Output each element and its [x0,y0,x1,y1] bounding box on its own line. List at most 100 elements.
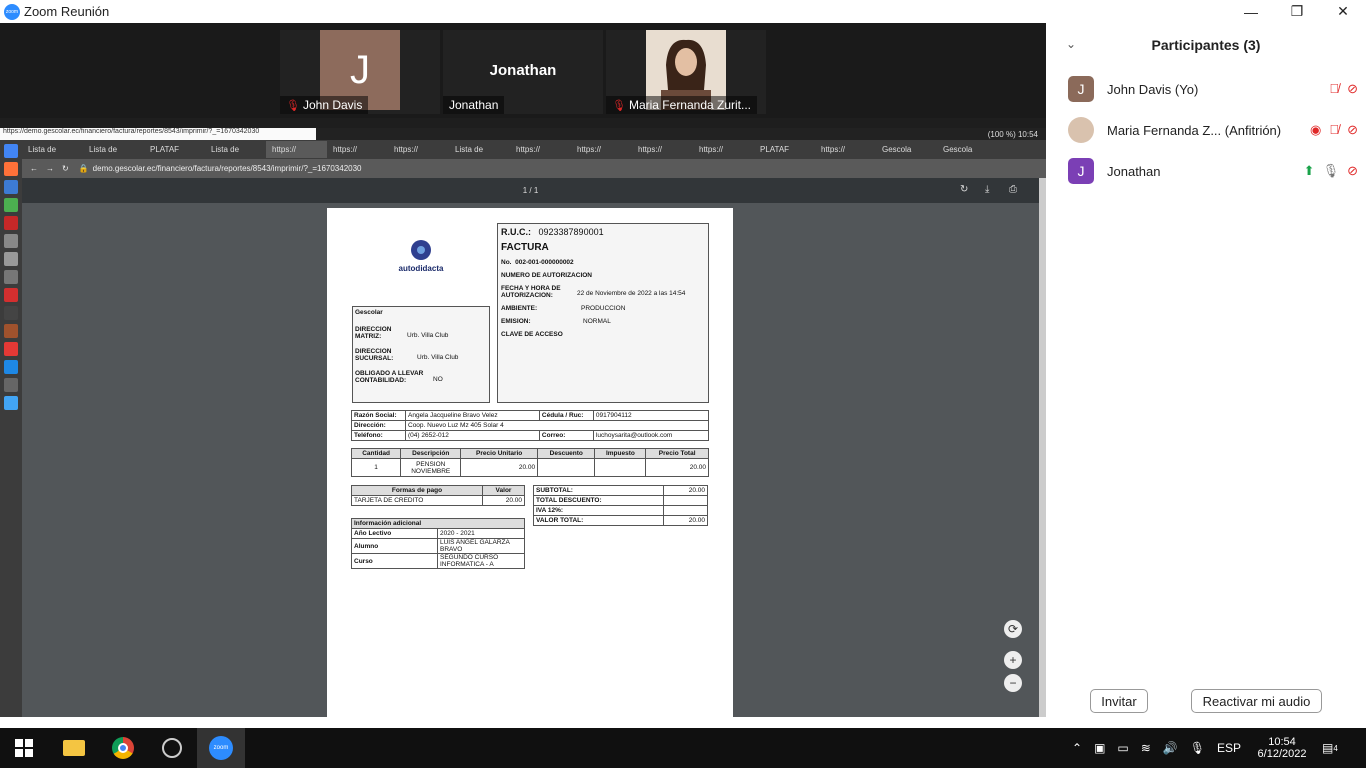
app-icon[interactable] [148,728,196,768]
browser-tab-active[interactable]: https:// [266,141,327,158]
video-off-icon[interactable]: ⊘ [1347,122,1358,138]
browser-tab[interactable]: https:// [632,141,693,158]
video-off-icon[interactable]: ⊘ [1347,163,1358,179]
network-device-icon[interactable]: ▣ [1094,741,1105,755]
close-button[interactable]: ✕ [1320,0,1366,23]
fit-page-icon[interactable]: ⟳ [1004,620,1022,638]
language-indicator[interactable]: ESP [1217,741,1241,755]
browser-tab[interactable]: https:// [693,141,754,158]
rotate-icon[interactable]: ↻ [960,184,968,195]
window-controls: — ❐ ✕ [1046,0,1366,23]
status-url: https://demo.gescolar.ec/financiero/fact… [0,128,316,140]
browser-tab[interactable]: Lista de [205,141,266,158]
app-icon[interactable] [4,234,18,248]
download-icon[interactable]: ⤓ [985,184,989,195]
app-icon[interactable] [4,180,18,194]
participant-row[interactable]: J John Davis (Yo) 🎙̸ ⊘ [1068,75,1358,103]
browser-tab[interactable]: Gescola [876,141,937,158]
app-icon[interactable] [4,324,18,338]
lock-icon: 🔒 [78,164,89,173]
pdf-page-indicator: 1 / 1 [522,186,539,195]
clock[interactable]: 10:54 6/12/2022 [1252,728,1312,768]
window-title: Zoom Reunión [24,4,110,19]
minimize-button[interactable]: — [1228,0,1274,23]
video-strip: J 🎙 John Davis Jonathan Jonathan 🎙 Maria F… [0,23,1046,118]
mic-muted-icon[interactable]: 🎙̸ [1329,81,1339,97]
totals-table: SUBTOTAL: 20.00 TOTAL DESCUENTO: IVA 12%:… [533,485,708,526]
mic-icon[interactable]: 🎙 [1190,741,1205,755]
recording-icon: ◉ [1310,122,1322,137]
reload-icon[interactable]: ↻ [62,164,69,173]
app-icon[interactable] [4,378,18,392]
teamviewer-icon[interactable] [4,360,18,374]
participant-row[interactable]: J Jonathan ⬆ 🎙 ⊘ [1068,157,1358,185]
info-table: Información adicional Año Lectivo 2020 - … [351,518,525,569]
browser-tab[interactable]: PLATAF [754,141,815,158]
zoom-out-icon[interactable]: − [1004,674,1022,692]
firefox-icon[interactable] [4,162,18,176]
mic-muted-icon[interactable]: 🎙̸ [1329,122,1339,138]
browser-tab[interactable]: https:// [388,141,449,158]
browser-tab[interactable]: Lista de [22,141,83,158]
taskbar: zoom ⌃ ▣ ▭ ≋ 🔊 🎙 ESP 10:54 6/12/2022 ▤ 4 [0,728,1366,768]
browser-tab[interactable]: PLATAF [144,141,205,158]
browser-tab[interactable]: Lista de [449,141,510,158]
browser-tab[interactable]: https:// [327,141,388,158]
browser-tab[interactable]: Gescola [937,141,998,158]
browser-tab[interactable]: https:// [815,141,876,158]
mic-icon[interactable]: 🎙 [1323,163,1340,179]
unmute-audio-button[interactable]: Reactivar mi audio [1191,689,1322,713]
browser-tab[interactable]: https:// [510,141,571,158]
back-icon[interactable]: ← [30,164,38,173]
windows-start-icon[interactable] [0,728,48,768]
video-tile-jonathan[interactable]: Jonathan Jonathan [443,30,603,114]
video-tile-maria[interactable]: 🎙 Maria Fernanda Zurit... [606,30,766,114]
company-logo: autodidacta [391,238,451,273]
url-field[interactable]: demo.gescolar.ec/financiero/factura/repo… [93,164,362,173]
wifi-icon[interactable]: ≋ [1141,741,1151,755]
chrome-icon[interactable] [99,728,147,768]
company-box: Gescolar DIRECCION MATRIZ: Urb. Villa Clu… [352,306,490,403]
zoom-in-icon[interactable]: + [1004,651,1022,669]
volume-icon[interactable]: 🔊 [1163,741,1178,755]
print-icon[interactable]: ⎙ [1009,184,1017,195]
invoice-page: autodidacta R.U.C.: 0923387890001 FACTUR… [327,208,733,717]
notification-icon[interactable]: ▤ 4 [1322,728,1338,768]
remote-launcher [0,140,22,717]
scrollbar[interactable] [1039,178,1046,717]
remote-sys-tray: (100 %) 10:54 [987,129,1038,139]
app-icon[interactable] [4,252,18,266]
chrome-icon[interactable] [4,144,18,158]
filezilla-icon[interactable] [4,288,18,302]
mic-muted-icon: 🎙 [286,100,300,112]
app-icon[interactable] [4,216,18,230]
browser-tab[interactable]: Lista de [83,141,144,158]
video-name-label: 🎙 John Davis [280,96,369,114]
app-icon[interactable] [4,396,18,410]
participant-row[interactable]: Maria Fernanda Z... (Anfitrión) ◉ 🎙̸ ⊘ [1068,116,1358,144]
maximize-button[interactable]: ❐ [1274,0,1320,23]
file-explorer-icon[interactable] [50,728,98,768]
address-bar: ← → ↻ 🔒 demo.gescolar.ec/financiero/fact… [22,159,1046,178]
logo-gear-icon [411,240,431,260]
app-icon[interactable] [4,198,18,212]
app-icon[interactable] [4,342,18,356]
avatar: J [1068,76,1094,102]
doc-title: FACTURA [501,242,549,253]
terminal-icon[interactable] [4,306,18,320]
app-icon[interactable] [4,270,18,284]
ruc-value: 0923387890001 [538,227,604,237]
invite-button[interactable]: Invitar [1090,689,1148,713]
window-titlebar: zoom Zoom Reunión [0,0,1046,23]
video-tile-john[interactable]: J 🎙 John Davis [280,30,440,114]
share-screen-icon: ⬆ [1303,163,1315,178]
video-center-name: Jonathan [489,62,557,79]
battery-icon[interactable]: ▭ [1117,741,1128,755]
chevron-up-icon[interactable]: ⌃ [1072,741,1082,755]
forward-icon[interactable]: → [46,164,54,173]
zoom-logo-icon: zoom [4,3,20,20]
video-off-icon[interactable]: ⊘ [1347,81,1358,97]
browser-tab[interactable]: https:// [571,141,632,158]
avatar [1068,117,1094,143]
zoom-taskbar-icon[interactable]: zoom [197,728,245,768]
